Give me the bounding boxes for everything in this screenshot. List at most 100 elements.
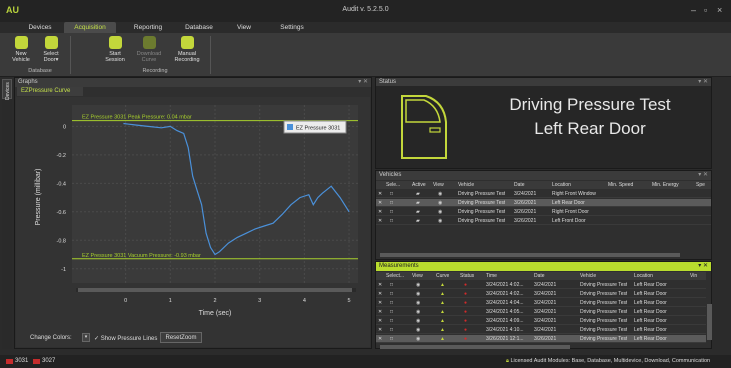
tab-reporting[interactable]: Reporting <box>124 22 172 33</box>
view-eye-icon[interactable]: ◉ <box>416 317 420 325</box>
remove-icon[interactable]: ✕ <box>378 190 382 198</box>
col-header[interactable]: Location <box>634 272 653 280</box>
vehicles-hscroll-thumb[interactable] <box>380 253 680 257</box>
remove-icon[interactable]: ✕ <box>378 308 382 316</box>
active-car-icon: ▰ <box>416 200 420 206</box>
vehicle-row[interactable]: ✕ □ ▰ ◉ Driving Pressure Test 3/26/2021 Left F… <box>376 217 711 225</box>
select-checkbox[interactable]: □ <box>390 308 393 316</box>
col-header[interactable]: Date <box>514 181 525 189</box>
minimize-button[interactable]: – <box>691 5 696 15</box>
col-header[interactable]: Active <box>412 181 426 189</box>
view-eye-icon[interactable]: ◉ <box>438 217 442 225</box>
col-header[interactable]: Date <box>534 272 545 280</box>
view-eye-icon[interactable]: ◉ <box>416 290 420 298</box>
view-eye-icon[interactable]: ◉ <box>416 335 420 343</box>
measurement-row[interactable]: ✕ □ ◉ ▲ ● 3/24/2021 4:04... 3/24/2021 Driving P… <box>376 299 706 307</box>
remove-icon[interactable]: ✕ <box>378 299 382 307</box>
measurement-row[interactable]: ✕ □ ◉ ▲ ● 3/24/2021 4:02... 3/24/2021 Driving P… <box>376 290 706 298</box>
view-eye-icon[interactable]: ◉ <box>416 308 420 316</box>
new-vehicle-button[interactable]: New Vehicle <box>8 36 34 63</box>
select-door-button[interactable]: Select Door▾ <box>38 36 64 63</box>
select-checkbox[interactable]: □ <box>390 199 393 207</box>
col-header[interactable]: Vehicle <box>580 272 596 280</box>
vacuum-pressure-label: EZ Pressure 3031 Vacuum Pressure: -0.93 … <box>82 253 201 259</box>
manual-recording-button[interactable]: Manual Recording <box>170 36 204 63</box>
measurements-vscroll-thumb[interactable] <box>707 304 712 340</box>
tab-view[interactable]: View <box>226 22 262 33</box>
tab-acquisition[interactable]: Acquisition <box>64 22 116 33</box>
remove-icon[interactable]: ✕ <box>378 281 382 289</box>
legend-checkbox[interactable] <box>287 124 293 130</box>
remove-icon[interactable]: ✕ <box>378 335 382 343</box>
col-header[interactable]: Vin <box>690 272 697 280</box>
select-checkbox[interactable]: □ <box>390 290 393 298</box>
select-checkbox[interactable]: □ <box>390 217 393 225</box>
view-eye-icon[interactable]: ◉ <box>438 190 442 198</box>
remove-icon[interactable]: ✕ <box>378 326 382 334</box>
view-eye-icon[interactable]: ◉ <box>416 281 420 289</box>
remove-icon[interactable]: ✕ <box>378 199 382 207</box>
tab-ezpressure-curve[interactable]: EZPressure Curve <box>17 87 83 96</box>
reset-zoom-button[interactable]: ResetZoom <box>160 332 202 343</box>
vehicle-row[interactable]: ✕ □ ▰ ◉ Driving Pressure Test 3/26/2021 Left R… <box>376 199 711 207</box>
col-header[interactable]: Status <box>460 272 474 280</box>
select-checkbox[interactable]: □ <box>390 190 393 198</box>
download-curve-button[interactable]: Download Curve <box>134 36 164 63</box>
vehicles-header-row: Sele... Active View Vehicle Date Locatio… <box>376 181 711 189</box>
select-checkbox[interactable]: □ <box>390 208 393 216</box>
tab-settings[interactable]: Settings <box>268 22 316 33</box>
col-header[interactable]: View <box>433 181 444 189</box>
vehicle-cell: Driving Pressure Test <box>580 291 628 297</box>
measurement-row[interactable]: ✕ □ ◉ ▲ ● 3/24/2021 4:09... 3/24/2021 Driving P… <box>376 317 706 325</box>
col-header[interactable]: Min. Energy <box>652 181 679 189</box>
vehicle-cell: Driving Pressure Test <box>458 218 506 224</box>
col-header[interactable]: Min. Speed <box>608 181 633 189</box>
view-eye-icon[interactable]: ◉ <box>438 199 442 207</box>
start-session-button[interactable]: Start Session <box>102 36 128 63</box>
panel-pin-close-icon[interactable]: ▾ ✕ <box>698 262 708 271</box>
select-checkbox[interactable]: □ <box>390 299 393 307</box>
select-checkbox[interactable]: □ <box>390 281 393 289</box>
view-eye-icon[interactable]: ◉ <box>438 208 442 216</box>
col-header[interactable]: Time <box>486 272 497 280</box>
x-tick-label: 5 <box>348 298 351 304</box>
measurements-hscroll-thumb[interactable] <box>380 345 570 349</box>
measurement-row[interactable]: ✕ □ ◉ ▲ ● 3/24/2021 4:02... 3/24/2021 Driving P… <box>376 281 706 289</box>
col-header[interactable]: View <box>412 272 423 280</box>
col-header[interactable]: Spe <box>696 181 705 189</box>
panel-pin-close-icon[interactable]: ▾ ✕ <box>698 171 708 180</box>
select-checkbox[interactable]: □ <box>390 335 393 343</box>
show-pressure-lines-checkbox[interactable]: ✓ Show Pressure Lines <box>94 335 157 342</box>
col-header[interactable]: Curve <box>436 272 449 280</box>
maximize-button[interactable]: ▫ <box>704 5 707 15</box>
x-tick-label: 4 <box>303 298 306 304</box>
remove-icon[interactable]: ✕ <box>378 217 382 225</box>
tab-database[interactable]: Database <box>176 22 222 33</box>
close-button[interactable]: × <box>717 5 722 15</box>
select-checkbox[interactable]: □ <box>390 326 393 334</box>
view-eye-icon[interactable]: ◉ <box>416 299 420 307</box>
x-axis-label: Time (sec) <box>199 310 232 317</box>
vehicle-row[interactable]: ✕ □ ▰ ◉ Driving Pressure Test 3/26/2021 Right … <box>376 208 711 216</box>
select-checkbox[interactable]: □ <box>390 317 393 325</box>
manual-recording-label: Manual Recording <box>174 51 200 63</box>
tab-devices[interactable]: Devices <box>20 22 60 33</box>
view-eye-icon[interactable]: ◉ <box>416 326 420 334</box>
col-header[interactable]: Vehicle <box>458 181 474 189</box>
vehicle-row[interactable]: ✕ □ ▰ ◉ Driving Pressure Test 3/24/2021 Right … <box>376 190 711 198</box>
measurement-row[interactable]: ✕ □ ◉ ▲ ● 3/26/2021 12:1... 3/26/2021 Driving P… <box>376 335 706 343</box>
remove-icon[interactable]: ✕ <box>378 290 382 298</box>
col-header[interactable]: Location <box>552 181 571 189</box>
pressure-chart[interactable]: 0 -0.2 -0.4 -0.6 -0.8 -1 0 1 2 3 4 5 EZ Pressure 30… <box>16 97 370 347</box>
graphs-panel-header: Graphs ▾ ✕ <box>15 78 371 87</box>
devices-side-tab[interactable]: Devices <box>2 79 12 100</box>
horizontal-scrollbar-thumb[interactable] <box>78 288 352 292</box>
col-header[interactable]: Select... <box>386 272 404 280</box>
remove-icon[interactable]: ✕ <box>378 208 382 216</box>
remove-icon[interactable]: ✕ <box>378 317 382 325</box>
panel-pin-close-icon[interactable]: ▾ ✕ <box>358 78 368 87</box>
color-dropdown[interactable]: ▾ <box>82 333 90 342</box>
measurement-row[interactable]: ✕ □ ◉ ▲ ● 3/24/2021 4:05... 3/24/2021 Driving P… <box>376 308 706 316</box>
col-header[interactable]: Sele... <box>386 181 400 189</box>
measurement-row[interactable]: ✕ □ ◉ ▲ ● 3/24/2021 4:10... 3/24/2021 Driving P… <box>376 326 706 334</box>
